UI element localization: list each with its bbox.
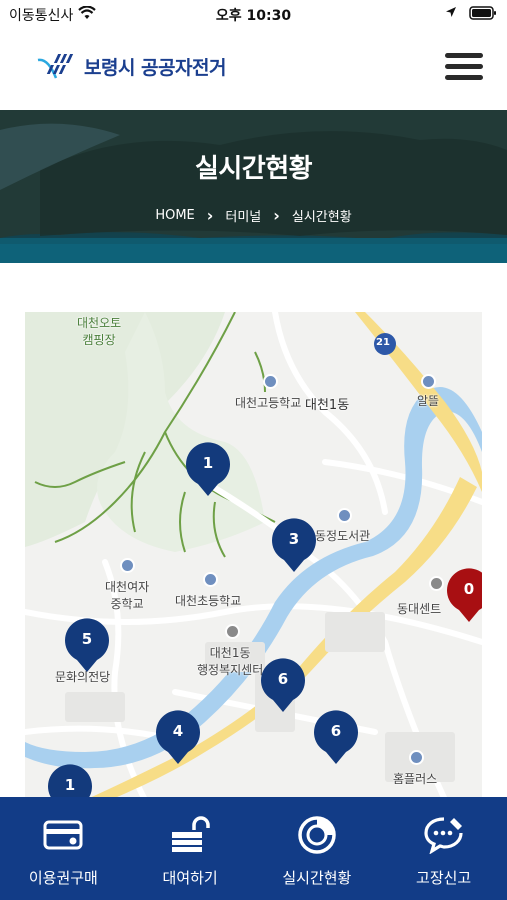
route-21-label: 21 (376, 337, 390, 348)
station-marker[interactable]: 3 (270, 518, 318, 574)
school-poi-icon (120, 558, 135, 573)
station-marker[interactable]: 6 (259, 658, 307, 714)
menu-bar (445, 75, 483, 80)
map-base (25, 312, 482, 800)
building-poi-icon (429, 576, 444, 591)
library-label: 동정도서관 (315, 529, 371, 543)
community-center-label: 대천1동 행정복지센터 (197, 646, 264, 677)
page-title: 실시간현황 (194, 154, 313, 184)
tab-rent[interactable]: 대여하기 (127, 797, 254, 900)
clock: 오후 10:30 (215, 8, 292, 24)
battery-icon (469, 6, 497, 24)
highschool-label: 대천고등학교 (235, 396, 302, 410)
breadcrumb-terminal[interactable]: 터미널 (225, 206, 261, 225)
dongdae-center-label: 동대센트 (397, 602, 442, 616)
gas-station-label: 알뜰 (417, 394, 440, 408)
marker-count: 5 (81, 630, 93, 648)
marker-count: 6 (330, 722, 342, 740)
menu-bar (445, 64, 483, 69)
app-header: 보령시 공공자전거 (0, 28, 507, 110)
chevron-right-icon: › (206, 206, 214, 225)
unlock-icon (170, 815, 210, 855)
breadcrumb: HOME › 터미널 › 실시간현황 (0, 206, 507, 225)
station-marker[interactable]: 0 (445, 568, 482, 624)
bottom-tab-bar: 이용권구매 대여하기 실시간현황 고장신고 (0, 797, 507, 900)
marker-count: 4 (172, 722, 184, 740)
gas-station-poi-icon (421, 374, 436, 389)
station-marker[interactable]: 1 (184, 442, 232, 498)
girls-middle-school-label: 대천여자 중학교 (105, 580, 150, 611)
campground-label: 대천오토 캠핑장 (77, 316, 122, 347)
logo[interactable]: 보령시 공공자전거 (36, 50, 226, 82)
hamburger-menu-button[interactable] (445, 53, 483, 83)
menu-bar (445, 53, 483, 58)
dong-label: 대천1동 (305, 398, 350, 413)
location-arrow-icon (445, 6, 457, 22)
marker-count: 3 (288, 530, 300, 548)
government-poi-icon (225, 624, 240, 639)
breadcrumb-home[interactable]: HOME (155, 208, 194, 223)
marker-count: 1 (64, 776, 76, 794)
station-marker[interactable]: 6 (312, 710, 360, 766)
realtime-icon (297, 815, 337, 855)
marker-count: 6 (277, 670, 289, 688)
hero-banner: 실시간현황 HOME › 터미널 › 실시간현황 (0, 110, 507, 263)
library-poi-icon (337, 508, 352, 523)
tab-label: 실시간현황 (282, 869, 352, 887)
tab-ticket-purchase[interactable]: 이용권구매 (0, 797, 127, 900)
station-marker[interactable]: 1 (46, 764, 94, 800)
school-poi-icon (263, 374, 278, 389)
card-icon (43, 815, 83, 855)
tab-label: 대여하기 (162, 869, 218, 887)
homeplus-label: 홈플러스 (393, 772, 438, 786)
chevron-right-icon: › (273, 206, 280, 225)
tab-fault-report[interactable]: 고장신고 (380, 797, 507, 900)
hero-background-landscape (0, 110, 507, 263)
station-marker[interactable]: 5 (63, 618, 111, 674)
status-bar: 이동통신사 오후 10:30 (0, 0, 507, 28)
elementary-school-label: 대천초등학교 (175, 594, 242, 608)
tab-label: 이용권구매 (28, 869, 98, 887)
tab-label: 고장신고 (416, 869, 472, 887)
breadcrumb-current: 실시간현황 (291, 210, 352, 225)
station-marker[interactable]: 4 (154, 710, 202, 766)
logo-bird-icon (37, 54, 74, 79)
marker-count: 1 (202, 454, 214, 472)
marker-count: 0 (463, 580, 475, 598)
school-poi-icon (203, 572, 218, 587)
station-map[interactable]: 21 대천오토 캠핑장 대천고등학교 대천1동 알뜰 동정도서관 대천여자 중학… (25, 312, 482, 800)
report-icon (424, 815, 464, 855)
shopping-poi-icon (409, 750, 424, 765)
logo-text: 보령시 공공자전거 (84, 56, 226, 79)
tab-realtime-status[interactable]: 실시간현황 (254, 797, 381, 900)
